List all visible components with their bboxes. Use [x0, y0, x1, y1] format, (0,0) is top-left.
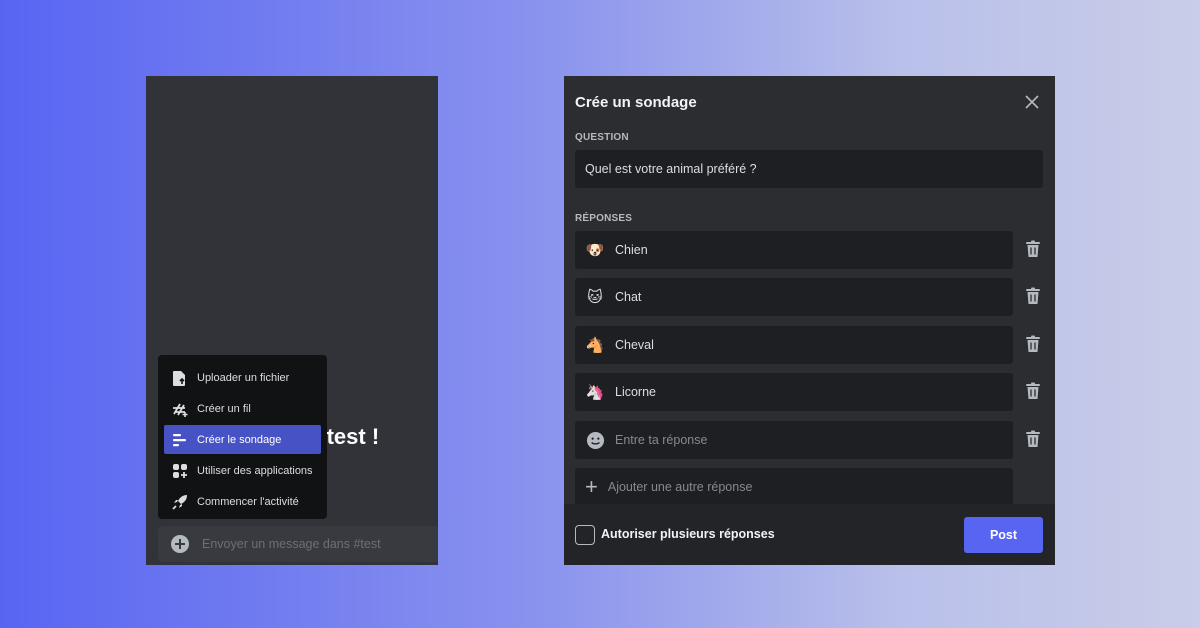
multi-answer-checkbox[interactable]	[575, 525, 595, 545]
trash-icon[interactable]	[1025, 382, 1041, 400]
answer-placeholder: Entre ta réponse	[615, 433, 708, 447]
trash-icon[interactable]	[1025, 335, 1041, 353]
answers-label: RÉPONSES	[575, 213, 633, 224]
create-poll-modal: Crée un sondage QUESTION Quel est votre …	[564, 76, 1055, 565]
menu-item-label: Utiliser des applications	[197, 464, 313, 477]
answer-text: Licorne	[615, 385, 656, 399]
unicorn-emoji-icon[interactable]: 🦄	[585, 382, 605, 402]
menu-item-label: Créer un fil	[197, 402, 251, 415]
answer-input-4[interactable]: 🦄 Licorne	[575, 373, 1013, 411]
add-attachment-icon[interactable]	[171, 535, 189, 553]
rocket-icon	[171, 493, 189, 511]
trash-icon[interactable]	[1025, 240, 1041, 258]
message-input[interactable]: Envoyer un message dans #test	[158, 526, 438, 562]
menu-item-label: Commencer l'activité	[197, 495, 299, 508]
add-answer-button[interactable]: + Ajouter une autre réponse	[575, 468, 1013, 506]
add-answer-label: Ajouter une autre réponse	[607, 480, 753, 494]
answer-text: Chat	[615, 290, 642, 304]
menu-item-create-poll[interactable]: Créer le sondage	[164, 425, 321, 454]
cat-emoji-icon[interactable]: 🐱	[585, 287, 605, 307]
question-input[interactable]: Quel est votre animal préféré ?	[575, 150, 1043, 188]
answer-input-3[interactable]: 🐴 Cheval	[575, 326, 1013, 364]
menu-item-create-thread[interactable]: Créer un fil	[164, 394, 321, 423]
upload-file-icon	[171, 369, 189, 387]
poll-icon	[171, 431, 189, 449]
trash-icon[interactable]	[1025, 430, 1041, 448]
smiley-icon[interactable]	[585, 430, 605, 450]
menu-item-start-activity[interactable]: Commencer l'activité	[164, 487, 321, 516]
dog-emoji-icon[interactable]: 🐶	[585, 240, 605, 260]
menu-item-upload-file[interactable]: Uploader un fichier	[164, 363, 321, 392]
horse-emoji-icon[interactable]: 🐴	[585, 335, 605, 355]
answer-input-2[interactable]: 🐱 Chat	[575, 278, 1013, 316]
menu-item-label: Créer le sondage	[197, 433, 282, 446]
menu-item-label: Uploader un fichier	[197, 371, 290, 384]
apps-icon	[171, 462, 189, 480]
thread-icon	[171, 400, 189, 418]
modal-title: Crée un sondage	[575, 94, 697, 111]
answer-text: Cheval	[615, 338, 654, 352]
answer-text: Chien	[615, 243, 648, 257]
plus-icon: +	[585, 474, 598, 499]
multi-answer-label: Autoriser plusieurs réponses	[601, 527, 775, 541]
modal-footer: Autoriser plusieurs réponses Post	[564, 504, 1055, 565]
message-placeholder: Envoyer un message dans #test	[202, 537, 381, 551]
trash-icon[interactable]	[1025, 287, 1041, 305]
menu-item-use-apps[interactable]: Utiliser des applications	[164, 456, 321, 485]
answer-input-1[interactable]: 🐶 Chien	[575, 231, 1013, 269]
answer-input-new[interactable]: Entre ta réponse	[575, 421, 1013, 459]
attachment-menu: Uploader un fichier Créer un fil Créer l…	[158, 355, 327, 519]
chat-panel: s #test ! Uploader un fichier Créer un f…	[146, 76, 438, 565]
close-icon[interactable]	[1023, 93, 1041, 111]
question-label: QUESTION	[575, 132, 629, 143]
post-button[interactable]: Post	[964, 517, 1043, 553]
